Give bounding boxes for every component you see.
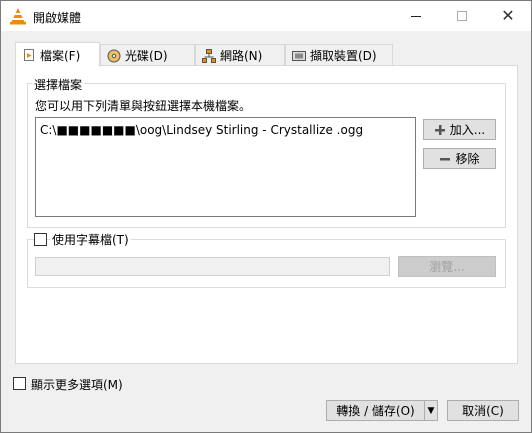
- file-icon: [24, 49, 34, 61]
- add-button-label: 加入...: [449, 123, 486, 137]
- maximize-button[interactable]: [439, 1, 485, 31]
- cancel-button-label: 取消(C): [462, 404, 504, 418]
- remove-button[interactable]: 移除: [423, 148, 496, 169]
- vlc-icon: [10, 8, 26, 25]
- convert-save-button-label: 轉換 / 儲存(O): [336, 404, 415, 418]
- window-title: 開啟媒體: [33, 11, 82, 25]
- tab-network[interactable]: 網路(N): [195, 44, 285, 66]
- minimize-icon: [411, 15, 421, 17]
- more-options-label: 顯示更多選項(M): [31, 378, 123, 392]
- file-list[interactable]: C:\■■■■■■■\oog\Lindsey Stirling - Crysta…: [35, 117, 416, 217]
- more-options-checkbox[interactable]: [13, 377, 26, 390]
- open-media-dialog: 開啟媒體 ✕ 檔案(F) 光碟(D) 網路(N) 擷取裝置(D) 選擇檔案 您可…: [0, 0, 532, 433]
- close-icon: ✕: [501, 6, 515, 25]
- maximize-icon: [457, 11, 467, 21]
- browse-button[interactable]: 瀏覽...: [398, 256, 496, 277]
- network-icon: [202, 48, 216, 63]
- select-files-hint: 您可以用下列清單與按鈕選擇本機檔案。: [35, 99, 252, 113]
- convert-save-dropdown[interactable]: ▼: [424, 400, 438, 421]
- file-list-item[interactable]: C:\■■■■■■■\oog\Lindsey Stirling - Crysta…: [40, 123, 363, 137]
- capture-device-icon: [292, 50, 306, 61]
- minimize-button[interactable]: [393, 1, 439, 31]
- browse-button-label: 瀏覽...: [429, 260, 465, 274]
- add-button[interactable]: 加入...: [423, 119, 496, 140]
- tab-disc-label: 光碟(D): [125, 49, 168, 63]
- tab-disc[interactable]: 光碟(D): [100, 44, 195, 66]
- subtitle-checkbox-label: 使用字幕檔(T): [50, 231, 131, 248]
- convert-save-button[interactable]: 轉換 / 儲存(O): [326, 400, 425, 421]
- tab-network-label: 網路(N): [220, 49, 263, 63]
- chevron-down-icon: ▼: [427, 405, 435, 416]
- tab-capture-device-label: 擷取裝置(D): [310, 49, 377, 63]
- cancel-button[interactable]: 取消(C): [447, 400, 519, 421]
- close-button[interactable]: ✕: [485, 1, 531, 31]
- subtitle-checkbox[interactable]: [34, 233, 47, 246]
- tab-file-label: 檔案(F): [40, 48, 81, 63]
- select-files-title: 選擇檔案: [32, 76, 85, 93]
- plus-icon: [434, 124, 445, 135]
- subtitle-path-input[interactable]: [35, 257, 390, 276]
- disc-icon: [107, 49, 121, 62]
- remove-button-label: 移除: [455, 152, 480, 166]
- tab-capture-device[interactable]: 擷取裝置(D): [285, 44, 393, 66]
- tab-file[interactable]: 檔案(F): [15, 42, 100, 67]
- minus-icon: [440, 157, 451, 160]
- title-bar: 開啟媒體 ✕: [1, 1, 531, 31]
